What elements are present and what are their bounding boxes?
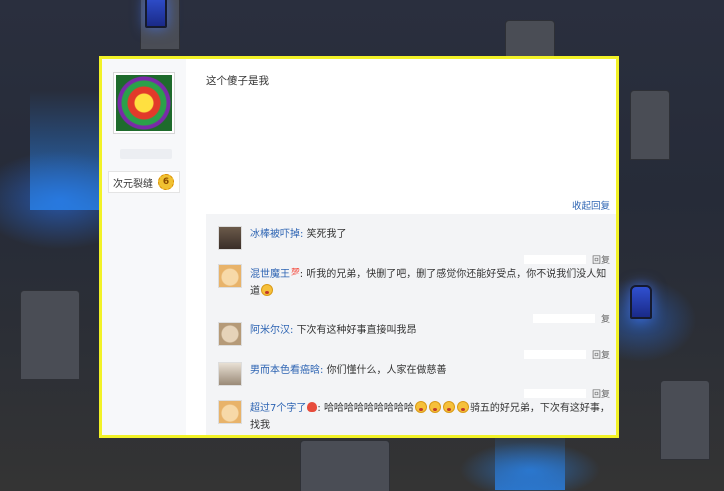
reply-item: 男而本色看癌晗: 你们懂什么，人家在做慈善 回复 <box>218 362 614 400</box>
reply-time <box>523 254 586 264</box>
level-title: 次元裂缝 <box>113 178 153 190</box>
reply-username[interactable]: 阿米尔汉: <box>250 325 293 336</box>
author-avatar[interactable] <box>113 72 175 134</box>
author-name[interactable] <box>120 149 172 159</box>
author-level-tag[interactable]: 次元裂缝 6 <box>108 171 180 193</box>
dark-figure-avatar-icon[interactable] <box>218 226 242 250</box>
100-icon: 💯 <box>291 268 300 276</box>
grin-emoji-icon <box>261 284 273 296</box>
grin-emoji-icon <box>414 401 427 413</box>
reply-username[interactable]: 混世魔王 <box>250 269 290 280</box>
post-content: 这个傻子是我 <box>206 75 269 87</box>
lantern-icon <box>630 285 652 319</box>
reply-username[interactable]: 超过7个字了 <box>250 403 306 414</box>
reply-text-before: 哈哈哈哈哈哈哈哈哈 <box>323 403 414 414</box>
reply-time <box>523 349 586 359</box>
cartoon-cat-avatar-icon[interactable] <box>218 264 242 288</box>
collapse-replies-link[interactable]: 收起回复 <box>572 198 610 212</box>
post-card: 次元裂缝 6 这个傻子是我 收起回复 冰棒被吓掉: 笑死我了 回复 混世魔王💯:… <box>99 56 619 438</box>
person-avatar-icon[interactable] <box>218 362 242 386</box>
reply-username[interactable]: 冰棒被吓掉: <box>250 229 303 240</box>
cat-avatar-icon[interactable] <box>218 322 242 346</box>
cartoon-cat-avatar-icon[interactable] <box>218 400 242 424</box>
reply-list: 冰棒被吓掉: 笑死我了 回复 混世魔王💯: 听我的兄弟，快删了吧，删了感觉你还能… <box>206 214 616 435</box>
reply-button[interactable]: 回复 <box>592 348 610 361</box>
reply-item: 阿米尔汉: 下次有这种好事直接叫我昂 回复 <box>218 322 614 361</box>
grin-emoji-icon <box>442 401 455 413</box>
reply-item: 超过7个字了: 哈哈哈哈哈哈哈哈哈 骑五的好兄弟，下次有这好事，找我 <box>218 400 614 435</box>
lantern-icon <box>145 0 167 28</box>
reply-text: 下次有这种好事直接叫我昂 <box>296 325 417 336</box>
reply-item: 冰棒被吓掉: 笑死我了 回复 <box>218 226 614 266</box>
reply-time <box>523 388 586 398</box>
reply-button[interactable]: 回复 <box>592 387 610 400</box>
reply-text: 听我的兄弟，快删了吧，删了感觉你还能好受点，你不说我们没人知道 <box>250 269 607 297</box>
level-badge-icon: 6 <box>158 174 174 190</box>
grin-emoji-icon <box>428 401 441 413</box>
fire-icon <box>307 402 318 412</box>
reply-text: 笑死我了 <box>306 229 347 240</box>
reply-username[interactable]: 男而本色看癌晗: <box>250 365 323 376</box>
grin-emoji-icon <box>456 401 469 413</box>
reply-text: 你们懂什么，人家在做慈善 <box>326 365 447 376</box>
author-column: 次元裂缝 6 <box>102 59 186 435</box>
